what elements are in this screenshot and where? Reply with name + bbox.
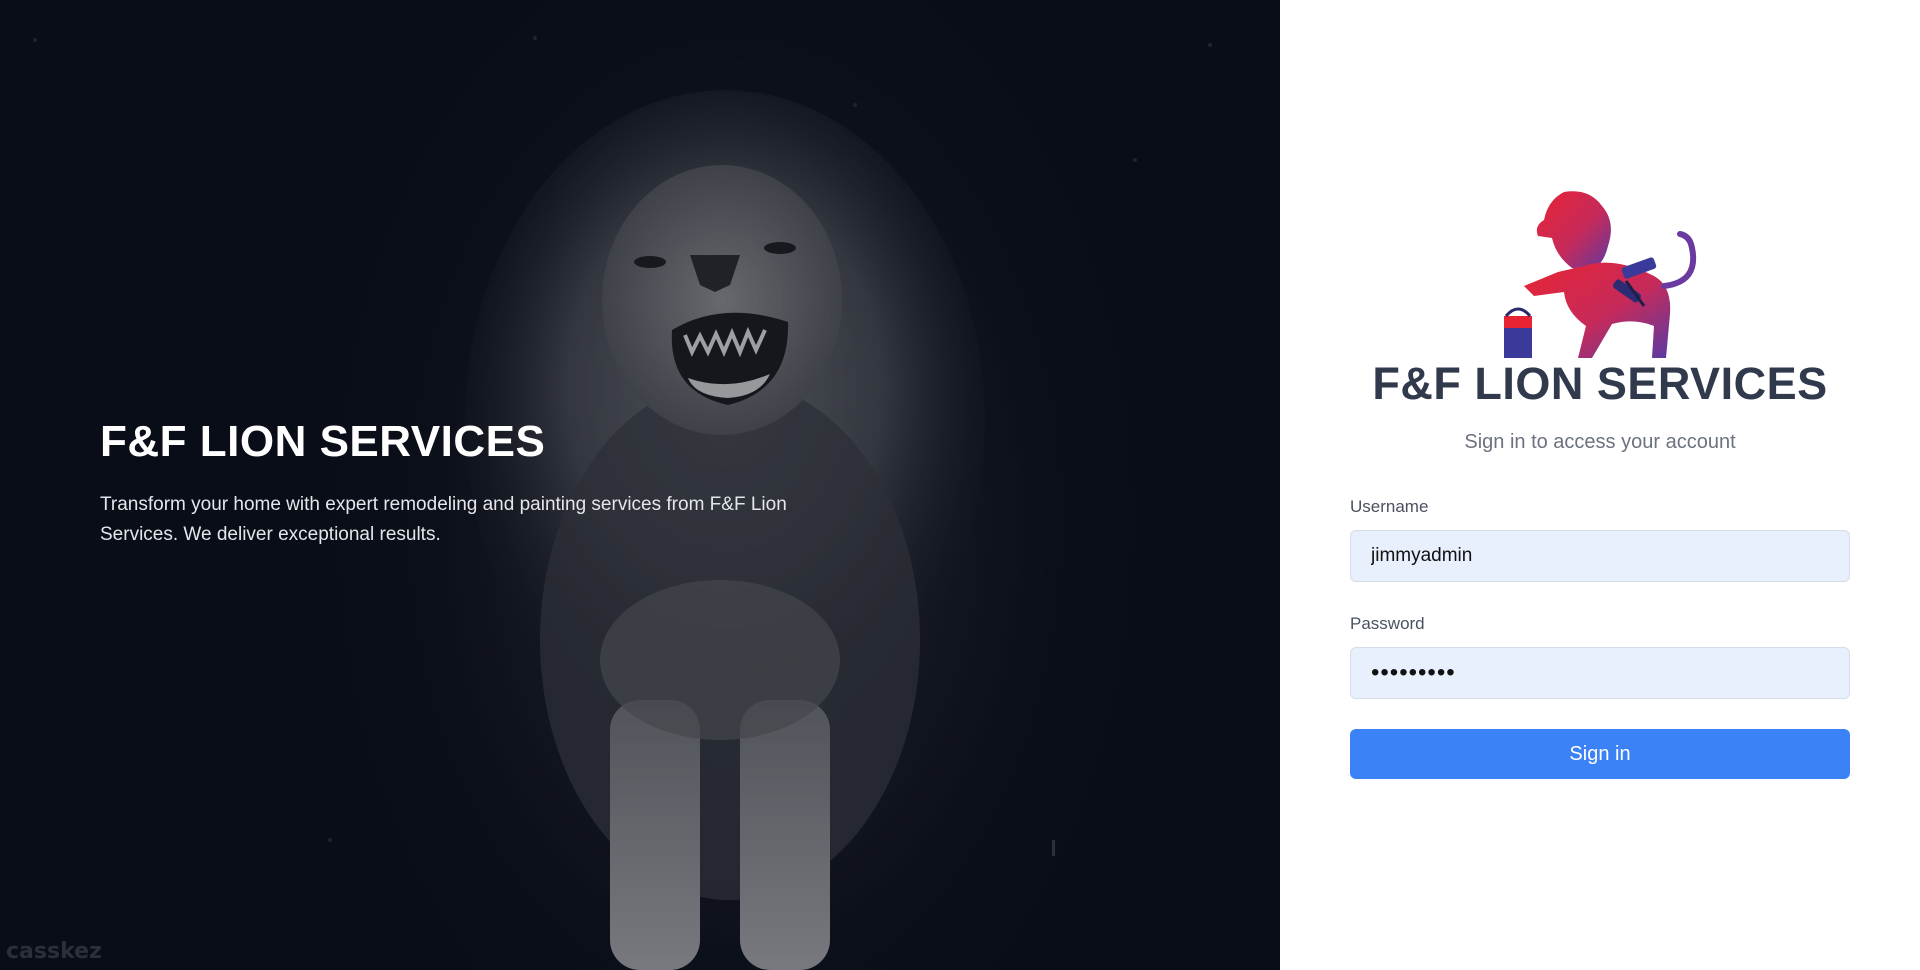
hero-description: Transform your home with expert remodeli…	[100, 494, 787, 546]
brand-title: F&F LION SERVICES	[1372, 358, 1828, 409]
username-input[interactable]	[1350, 530, 1850, 582]
login-panel: F&F LION SERVICES Sign in to access your…	[1280, 0, 1920, 970]
login-page: F&F LION SERVICES Transform your home wi…	[0, 0, 1920, 970]
hero-text-block: F&F LION SERVICES Transform your home wi…	[100, 417, 800, 550]
login-form: Username Password Sign in	[1350, 497, 1850, 779]
hero-title: F&F LION SERVICES	[100, 417, 546, 466]
photo-watermark: casskez	[6, 939, 102, 964]
hero-panel: F&F LION SERVICES Transform your home wi…	[0, 0, 1280, 970]
sign-in-button[interactable]: Sign in	[1350, 729, 1850, 779]
password-input[interactable]	[1350, 647, 1850, 699]
password-label: Password	[1350, 614, 1425, 633]
login-subtitle: Sign in to access your account	[1464, 431, 1736, 453]
lion-painter-logo-icon	[1504, 191, 1697, 358]
username-label: Username	[1350, 497, 1429, 516]
